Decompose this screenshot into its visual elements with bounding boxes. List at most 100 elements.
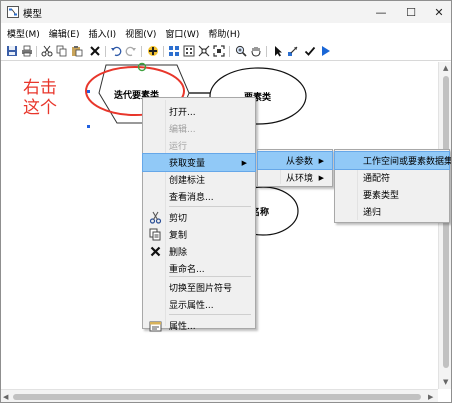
menu-item-label: 要素类型 bbox=[363, 191, 400, 201]
close-icon: ✕ bbox=[434, 5, 444, 19]
menu-item-label: 删除 bbox=[169, 248, 188, 258]
ctx-copy[interactable]: 复制 bbox=[143, 226, 255, 243]
model-window: 模型 — ☐ ✕ 模型(M) 编辑(E) 插入(I) 视图(V) 窗口(W) 帮助(H) bbox=[0, 0, 452, 403]
vertical-scrollbar[interactable]: ▲ ▼ bbox=[438, 62, 451, 389]
menu-separator bbox=[169, 206, 251, 207]
menu-item-label: 查看消息... bbox=[169, 193, 214, 203]
menu-item-label: 打开... bbox=[169, 108, 196, 118]
sub2-feature-type[interactable]: 要素类型 bbox=[335, 186, 449, 203]
title-bar: 模型 — ☐ ✕ bbox=[1, 1, 451, 23]
copy-icon[interactable] bbox=[56, 45, 68, 57]
horizontal-scrollbar[interactable]: ◀ ▶ bbox=[1, 389, 438, 402]
from-parameter-submenu: 工作空间或要素数据集通配符要素类型递归 bbox=[334, 149, 451, 223]
scroll-down-icon[interactable]: ▼ bbox=[443, 378, 448, 386]
menu-item-label: 从参数 bbox=[286, 157, 314, 167]
menu-separator bbox=[169, 276, 251, 277]
menu-item-label: 编辑... bbox=[169, 125, 196, 135]
annotation-line-2: 这个 bbox=[23, 98, 57, 118]
menu-item-label: 通配符 bbox=[363, 174, 391, 184]
toolbar-separator bbox=[141, 46, 142, 57]
toolbar-separator bbox=[163, 46, 164, 57]
menu-item-label: 获取变量 bbox=[169, 159, 206, 169]
menu-item-label: 重命名... bbox=[169, 265, 205, 275]
cut-icon[interactable] bbox=[41, 45, 53, 57]
toolbar-separator bbox=[229, 46, 230, 57]
sub2-recursive[interactable]: 递归 bbox=[335, 203, 449, 220]
submenu-arrow-icon: ▶ bbox=[241, 158, 247, 167]
ctx-view-messages[interactable]: 查看消息... bbox=[143, 188, 255, 205]
menu-view[interactable]: 视图(V) bbox=[125, 27, 156, 40]
context-menu: 打开... 编辑... 运行获取变量 ▶ 创建标注查看消息... 剪切复制删除重命名...… bbox=[142, 97, 256, 332]
validate-icon[interactable] bbox=[304, 45, 316, 57]
menu-edit[interactable]: 编辑(E) bbox=[49, 27, 80, 40]
menu-insert[interactable]: 插入(I) bbox=[89, 27, 117, 40]
annotation-line-1: 右击 bbox=[23, 78, 57, 98]
toolbar-separator bbox=[266, 46, 267, 57]
selection-handle bbox=[87, 125, 90, 128]
window-title: 模型 bbox=[23, 9, 43, 20]
menu-bar: 模型(M) 编辑(E) 插入(I) 视图(V) 窗口(W) 帮助(H) bbox=[1, 24, 451, 42]
menu-item-label: 显示属性... bbox=[169, 301, 214, 311]
close-button[interactable]: ✕ bbox=[424, 1, 451, 23]
selection-handle bbox=[87, 90, 90, 93]
full-extent-icon[interactable] bbox=[183, 45, 195, 57]
auto-layout-icon[interactable] bbox=[168, 45, 180, 57]
get-variable-submenu: 从参数 ▶ 从环境 ▶ bbox=[257, 149, 333, 187]
menu-item-label: 复制 bbox=[169, 231, 188, 241]
ctx-properties[interactable]: 属性... bbox=[143, 317, 255, 334]
ctx-switch-graphic[interactable]: 切换至图片符号 bbox=[143, 279, 255, 296]
properties-icon bbox=[149, 319, 162, 332]
ctx-run: 运行 bbox=[143, 137, 255, 154]
toolbar-separator bbox=[105, 46, 106, 57]
select-pointer-icon[interactable] bbox=[272, 45, 284, 57]
submenu-arrow-icon: ▶ bbox=[318, 156, 324, 165]
menu-window[interactable]: 窗口(W) bbox=[165, 27, 199, 40]
copy-icon bbox=[149, 228, 162, 241]
connect-icon[interactable] bbox=[287, 45, 299, 57]
ctx-edit: 编辑... bbox=[143, 120, 255, 137]
maximize-button[interactable]: ☐ bbox=[396, 1, 426, 23]
annotation-text: 右击 这个 bbox=[23, 78, 57, 118]
menu-item-label: 递归 bbox=[363, 208, 382, 218]
menu-help[interactable]: 帮助(H) bbox=[208, 27, 240, 40]
toolbar-separator bbox=[36, 46, 37, 57]
ctx-open[interactable]: 打开... bbox=[143, 103, 255, 120]
add-data-icon[interactable] bbox=[147, 45, 159, 57]
print-icon[interactable] bbox=[21, 45, 33, 57]
sub2-workspace[interactable]: 工作空间或要素数据集 bbox=[334, 151, 451, 170]
menu-item-label: 运行 bbox=[169, 142, 188, 152]
menu-item-label: 从环境 bbox=[286, 174, 314, 184]
ctx-show-properties[interactable]: 显示属性... bbox=[143, 296, 255, 313]
sub2-wildcard[interactable]: 通配符 bbox=[335, 169, 449, 186]
menu-item-label: 切换至图片符号 bbox=[169, 284, 233, 294]
run-icon[interactable] bbox=[319, 45, 331, 57]
pan-icon[interactable] bbox=[250, 45, 262, 57]
scroll-up-icon[interactable]: ▲ bbox=[443, 64, 448, 72]
fixed-zoom-icon[interactable] bbox=[213, 45, 225, 57]
undo-icon[interactable] bbox=[110, 45, 122, 57]
menu-separator bbox=[169, 314, 251, 315]
scroll-left-icon[interactable]: ◀ bbox=[3, 393, 8, 401]
minimize-icon: — bbox=[375, 5, 387, 19]
delete-icon bbox=[149, 245, 162, 258]
sub-from-parameter[interactable]: 从参数 ▶ bbox=[257, 151, 333, 170]
delete-icon[interactable] bbox=[89, 45, 101, 57]
menu-item-label: 创建标注 bbox=[169, 176, 206, 186]
ctx-get-variable[interactable]: 获取变量 ▶ bbox=[142, 153, 256, 172]
ctx-rename[interactable]: 重命名... bbox=[143, 260, 255, 277]
paste-icon[interactable] bbox=[71, 45, 83, 57]
submenu-arrow-icon: ▶ bbox=[318, 173, 324, 182]
ctx-create-label[interactable]: 创建标注 bbox=[143, 171, 255, 188]
zoom-extent-icon[interactable] bbox=[198, 45, 210, 57]
minimize-button[interactable]: — bbox=[366, 1, 396, 23]
ctx-delete[interactable]: 删除 bbox=[143, 243, 255, 260]
menu-model[interactable]: 模型(M) bbox=[7, 27, 40, 40]
scroll-right-icon[interactable]: ▶ bbox=[428, 393, 433, 401]
ctx-cut[interactable]: 剪切 bbox=[143, 209, 255, 226]
save-icon[interactable] bbox=[6, 45, 18, 57]
sub-from-environment[interactable]: 从环境 ▶ bbox=[258, 169, 332, 186]
horizontal-scroll-thumb[interactable] bbox=[13, 394, 421, 400]
model-app-icon bbox=[7, 6, 19, 18]
zoom-in-icon[interactable] bbox=[235, 45, 247, 57]
redo-icon[interactable] bbox=[125, 45, 137, 57]
